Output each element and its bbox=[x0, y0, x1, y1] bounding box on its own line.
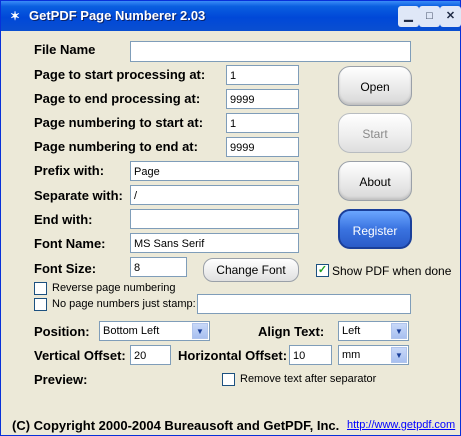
remove-text-label: Remove text after separator bbox=[240, 373, 377, 385]
remove-text-checkbox[interactable] bbox=[222, 373, 235, 386]
vertical-offset-input[interactable]: 20 bbox=[130, 345, 171, 365]
separate-input[interactable]: / bbox=[130, 185, 299, 205]
end-with-input[interactable] bbox=[130, 209, 299, 229]
horizontal-offset-label: Horizontal Offset: bbox=[178, 348, 288, 363]
horizontal-offset-input[interactable]: 10 bbox=[289, 345, 332, 365]
chevron-down-icon[interactable]: ▼ bbox=[391, 323, 407, 339]
font-size-input[interactable]: 8 bbox=[130, 257, 187, 277]
open-button[interactable]: Open bbox=[338, 66, 412, 106]
start-processing-label: Page to start processing at: bbox=[34, 67, 206, 82]
prefix-input[interactable]: Page bbox=[130, 161, 299, 181]
font-name-label: Font Name: bbox=[34, 236, 106, 251]
font-name-input[interactable]: MS Sans Serif bbox=[130, 233, 299, 253]
units-select[interactable]: mm ▼ bbox=[338, 345, 409, 365]
prefix-label: Prefix with: bbox=[34, 163, 105, 178]
about-button[interactable]: About bbox=[338, 161, 412, 201]
align-select[interactable]: Left ▼ bbox=[338, 321, 409, 341]
minimize-button[interactable]: ▁ bbox=[398, 6, 419, 27]
close-button[interactable]: ✕ bbox=[440, 6, 461, 27]
start-processing-input[interactable]: 1 bbox=[226, 65, 299, 85]
end-processing-input[interactable]: 9999 bbox=[226, 89, 299, 109]
app-icon: ✶ bbox=[9, 9, 21, 23]
title-bar[interactable]: ✶ GetPDF Page Numberer 2.03 ▁ □ ✕ bbox=[1, 1, 461, 31]
position-value: Bottom Left bbox=[103, 325, 160, 337]
end-with-label: End with: bbox=[34, 212, 93, 227]
show-pdf-label: Show PDF when done bbox=[332, 264, 452, 278]
preview-label: Preview: bbox=[34, 372, 88, 387]
separate-label: Separate with: bbox=[34, 188, 123, 203]
maximize-button[interactable]: □ bbox=[419, 6, 440, 27]
units-value: mm bbox=[342, 349, 361, 361]
change-font-button[interactable]: Change Font bbox=[203, 258, 299, 282]
stamp-input[interactable] bbox=[197, 294, 411, 314]
chevron-down-icon[interactable]: ▼ bbox=[391, 347, 407, 363]
align-value: Left bbox=[342, 325, 361, 337]
show-pdf-checkbox[interactable]: ✓ bbox=[316, 264, 329, 277]
register-button[interactable]: Register bbox=[338, 209, 412, 249]
file-name-input[interactable] bbox=[130, 41, 411, 62]
website-link[interactable]: http://www.getpdf.com bbox=[347, 419, 455, 431]
stamp-checkbox[interactable] bbox=[34, 298, 47, 311]
start-button[interactable]: Start bbox=[338, 113, 412, 153]
numbering-start-input[interactable]: 1 bbox=[226, 113, 299, 133]
numbering-end-input[interactable]: 9999 bbox=[226, 137, 299, 157]
copyright-text: (C) Copyright 2000-2004 Bureausoft and G… bbox=[12, 418, 340, 433]
app-window: ✶ GetPDF Page Numberer 2.03 ▁ □ ✕ File N… bbox=[0, 0, 461, 436]
reverse-label: Reverse page numbering bbox=[52, 282, 176, 294]
window-title: GetPDF Page Numberer 2.03 bbox=[29, 8, 206, 23]
font-size-label: Font Size: bbox=[34, 261, 97, 276]
chevron-down-icon[interactable]: ▼ bbox=[192, 323, 208, 339]
position-select[interactable]: Bottom Left ▼ bbox=[99, 321, 210, 341]
end-processing-label: Page to end processing at: bbox=[34, 91, 201, 106]
stamp-label: No page numbers just stamp: bbox=[52, 298, 196, 310]
position-label: Position: bbox=[34, 324, 90, 339]
vertical-offset-label: Vertical Offset: bbox=[34, 348, 126, 363]
numbering-start-label: Page numbering to start at: bbox=[34, 115, 204, 130]
reverse-checkbox[interactable] bbox=[34, 282, 47, 295]
file-name-label: File Name bbox=[34, 42, 96, 57]
align-label: Align Text: bbox=[258, 324, 325, 339]
numbering-end-label: Page numbering to end at: bbox=[34, 139, 198, 154]
